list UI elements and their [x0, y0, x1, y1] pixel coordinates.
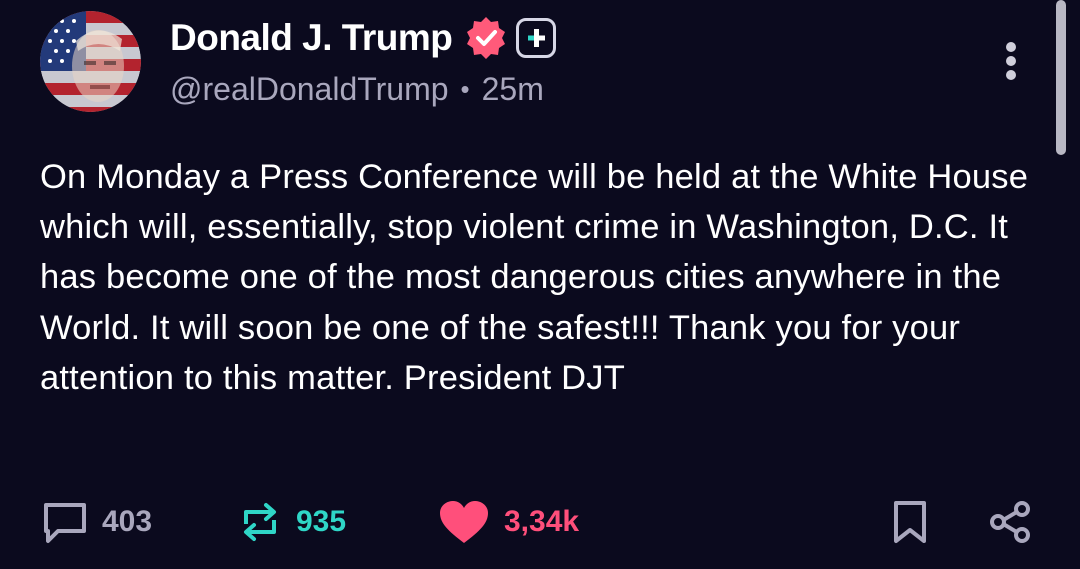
bookmark-button[interactable] — [890, 490, 930, 554]
like-count: 3,34k — [504, 505, 580, 538]
scrollbar-thumb[interactable] — [1056, 0, 1066, 155]
avatar-image — [40, 11, 141, 112]
share-icon — [988, 499, 1032, 545]
author-handle[interactable]: @realDonaldTrump — [170, 71, 449, 108]
reply-icon — [42, 499, 88, 545]
author-display-name[interactable]: Donald J. Trump — [170, 17, 453, 59]
repost-icon — [238, 500, 282, 544]
avatar[interactable] — [40, 11, 141, 112]
plus-badge-icon[interactable] — [516, 18, 557, 58]
author-meta-row: @realDonaldTrump • 25m — [170, 67, 930, 111]
repost-button[interactable]: 935 — [238, 490, 346, 554]
reply-count: 403 — [102, 505, 153, 538]
more-vertical-icon[interactable] — [996, 40, 1026, 84]
author-name-row: Donald J. Trump — [170, 12, 930, 64]
post-actions-bar: 403 935 3,34k — [0, 490, 1080, 554]
reply-button[interactable]: 403 — [42, 490, 152, 554]
post-timestamp[interactable]: 25m — [482, 71, 544, 108]
post-card: Donald J. Trump @realDonaldTrump • 25m O… — [0, 0, 1080, 569]
post-body-text: On Monday a Press Conference will be hel… — [40, 158, 1029, 397]
bookmark-icon — [890, 499, 930, 545]
verified-badge-icon — [462, 14, 510, 62]
like-button[interactable]: 3,34k — [438, 490, 579, 554]
meta-separator: • — [460, 73, 470, 104]
share-button[interactable] — [988, 490, 1032, 554]
repost-count: 935 — [296, 505, 347, 538]
post-header: Donald J. Trump @realDonaldTrump • 25m — [170, 12, 930, 111]
heart-icon — [438, 499, 490, 545]
